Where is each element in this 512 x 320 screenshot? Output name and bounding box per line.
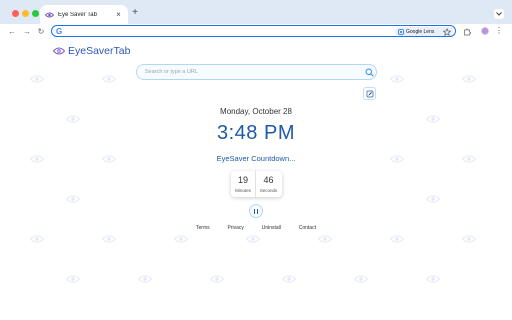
close-window-button[interactable] xyxy=(12,10,19,17)
timer-seconds: 46 Seconds xyxy=(256,171,281,197)
maximize-window-button[interactable] xyxy=(32,10,39,17)
tab-close-button[interactable]: × xyxy=(114,10,123,19)
eye-watermark-icon xyxy=(173,230,189,243)
eye-watermark-icon xyxy=(425,270,441,283)
eye-icon xyxy=(45,10,54,19)
eye-watermark-icon xyxy=(389,230,405,243)
eye-watermark-icon xyxy=(317,230,333,243)
countdown-label: EyeSaver Countdown... xyxy=(216,154,296,163)
eye-watermark-icon xyxy=(65,110,81,123)
brand-logo: EyeSaverTab xyxy=(53,45,130,57)
profile-avatar[interactable] xyxy=(481,27,489,35)
tab-strip: Eye Saver Tab × + xyxy=(0,0,512,24)
footer-link-uninstall[interactable]: Uninstall xyxy=(262,225,281,231)
customize-button[interactable] xyxy=(363,87,376,100)
puzzle-icon[interactable] xyxy=(462,27,471,36)
eye-watermark-icon xyxy=(101,230,117,243)
tab-search-button[interactable] xyxy=(494,9,504,19)
lens-icon xyxy=(398,28,404,35)
eye-watermark-icon xyxy=(425,190,441,203)
eye-watermark-icon xyxy=(281,270,297,283)
eye-watermark-icon xyxy=(101,70,117,83)
eye-watermark-icon xyxy=(101,150,117,163)
pause-button[interactable] xyxy=(249,204,263,218)
brand-name: EyeSaverTab xyxy=(68,45,131,57)
eye-watermark-icon xyxy=(209,270,225,283)
google-lens-label: Google Lens xyxy=(406,28,435,35)
tab-active[interactable]: Eye Saver Tab × xyxy=(40,5,128,24)
timer-minutes: 19 Minutes xyxy=(231,171,256,197)
footer-link-contact[interactable]: Contact xyxy=(299,225,316,231)
eye-watermark-icon xyxy=(29,230,45,243)
eye-watermark-icon xyxy=(461,70,477,83)
footer-link-privacy[interactable]: Privacy xyxy=(227,225,243,231)
star-icon[interactable] xyxy=(442,27,451,36)
edit-icon xyxy=(366,90,373,97)
browser-menu-button[interactable]: ⋮ xyxy=(495,26,503,36)
minutes-label: Minutes xyxy=(235,188,251,193)
eye-watermark-icon xyxy=(29,70,45,83)
countdown-timer: 19 Minutes 46 Seconds xyxy=(231,171,282,197)
current-date: Monday, October 28 xyxy=(220,107,292,116)
seconds-value: 46 xyxy=(263,175,274,185)
seconds-label: Seconds xyxy=(259,188,278,193)
current-time: 3:48 PM xyxy=(217,122,295,144)
eye-watermark-icon xyxy=(137,270,153,283)
eye-icon xyxy=(53,47,65,55)
footer-links: Terms Privacy Uninstall Contact xyxy=(196,225,316,231)
reload-button[interactable]: ↻ xyxy=(36,27,46,37)
eye-watermark-icon xyxy=(389,70,405,83)
minutes-value: 19 xyxy=(237,175,248,185)
back-button[interactable]: ← xyxy=(7,27,17,37)
tab-title: Eye Saver Tab xyxy=(58,11,97,18)
minimize-window-button[interactable] xyxy=(22,10,29,17)
eye-watermark-icon xyxy=(245,230,261,243)
eye-watermark-icon xyxy=(65,190,81,203)
eye-watermark-icon xyxy=(389,150,405,163)
google-icon: G xyxy=(56,27,63,36)
eye-watermark-icon xyxy=(461,150,477,163)
forward-button[interactable]: → xyxy=(22,27,32,37)
search-placeholder: Search or type a URL xyxy=(145,69,198,75)
eye-watermark-icon xyxy=(425,110,441,123)
new-tab-button[interactable]: + xyxy=(130,8,140,18)
address-bar[interactable]: G Google Lens xyxy=(51,25,456,37)
eye-watermark-icon xyxy=(461,230,477,243)
search-input[interactable]: Search or type a URL xyxy=(136,64,377,80)
chevron-down-icon xyxy=(496,12,502,16)
footer-link-terms[interactable]: Terms xyxy=(196,225,210,231)
eye-watermark-icon xyxy=(353,270,369,283)
eye-watermark-icon xyxy=(65,270,81,283)
search-icon[interactable] xyxy=(365,68,374,77)
eye-watermark-icon xyxy=(29,150,45,163)
pause-icon xyxy=(253,208,259,214)
